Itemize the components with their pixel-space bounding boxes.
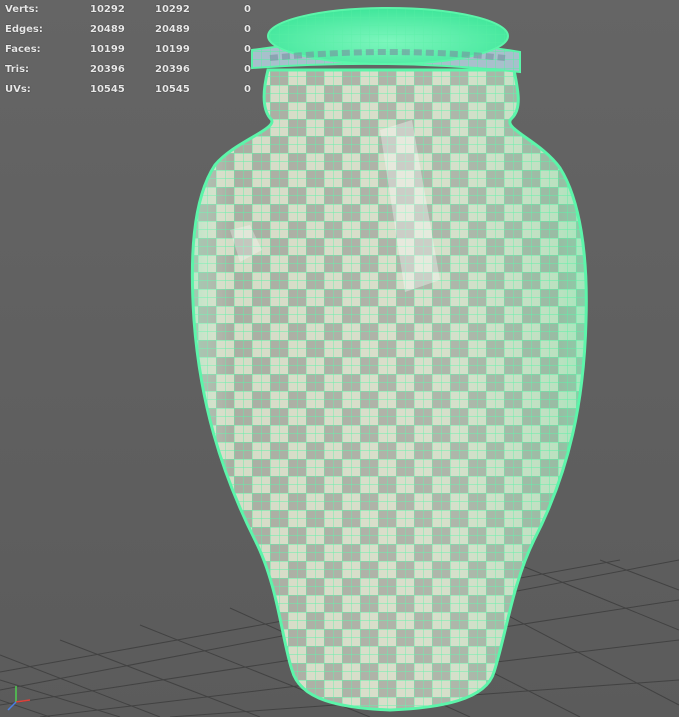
axis-gizmo-icon <box>7 686 31 711</box>
vase-lid <box>251 7 521 74</box>
z-axis-line <box>7 701 17 711</box>
x-axis-line <box>15 699 31 703</box>
3d-viewport[interactable]: Verts: 10292 10292 0 Edges: 20489 20489 … <box>0 0 679 717</box>
vase-mesh <box>192 70 587 710</box>
viewport-scene[interactable] <box>0 0 679 717</box>
